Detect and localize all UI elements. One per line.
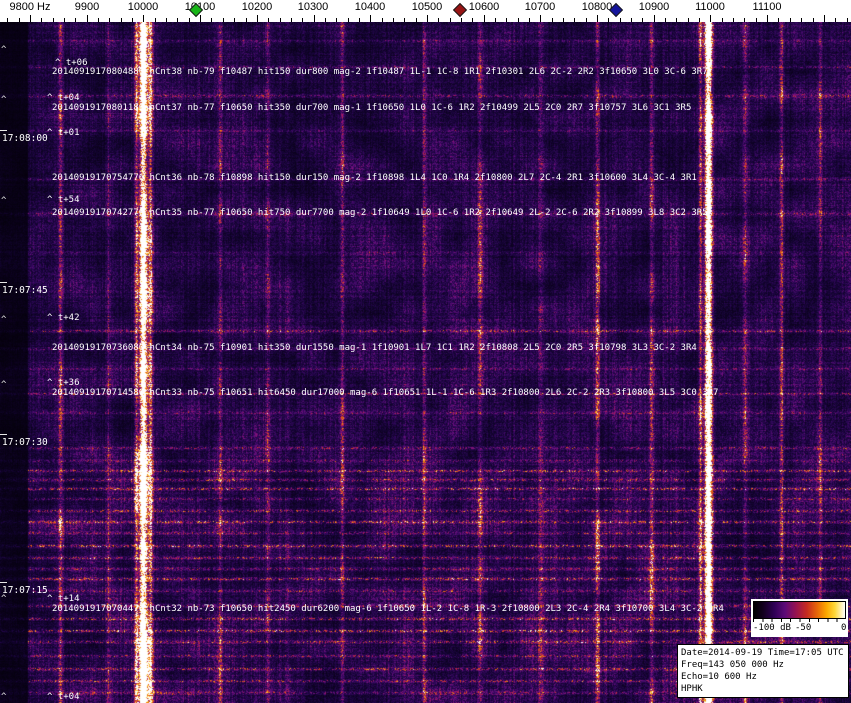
info-echo-line: Echo=10 600 Hz — [681, 672, 757, 682]
frequency-label: 10800 — [581, 1, 613, 13]
frequency-label: 10000 — [127, 1, 159, 13]
info-freq-line: Freq=143 050 000 Hz — [681, 660, 784, 670]
frequency-label: 10200 — [241, 1, 273, 13]
major-tick — [653, 15, 655, 22]
frequency-label: 9900 — [74, 1, 100, 13]
marker-diamond-red[interactable] — [452, 2, 468, 18]
info-callsign-line: HPHK — [681, 684, 703, 694]
frequency-label: 10700 — [524, 1, 556, 13]
info-date-line: Date=2014-09-19 Time=17:05 UTC — [681, 648, 844, 658]
frequency-label: 10900 — [638, 1, 670, 13]
major-tick — [710, 15, 712, 22]
major-tick — [767, 15, 769, 22]
frequency-ruler: 9800 Hz990010000101001020010300104001050… — [0, 0, 851, 22]
major-tick — [86, 15, 88, 22]
major-tick — [143, 15, 145, 22]
major-tick — [30, 15, 31, 22]
colorbar-mid-label: -50 — [795, 623, 812, 633]
amplitude-colorbar: -100 dB -50 0 — [751, 599, 848, 637]
major-tick — [313, 15, 315, 22]
frequency-label: 10600 — [468, 1, 500, 13]
spectrogram-canvas[interactable] — [0, 22, 851, 703]
major-tick — [483, 15, 485, 22]
frequency-label: 11100 — [752, 1, 782, 13]
major-tick — [540, 15, 542, 22]
major-tick — [426, 15, 428, 22]
frequency-label: 10400 — [354, 1, 386, 13]
frequency-label: 11000 — [695, 1, 725, 13]
spectrogram-app: 9800 Hz990010000101001020010300104001050… — [0, 0, 851, 703]
colorbar-max-label: 0 — [841, 623, 847, 633]
colorbar-min-label: -100 dB — [753, 623, 791, 633]
frequency-label: 10300 — [297, 1, 329, 13]
major-tick — [370, 15, 372, 22]
major-tick — [823, 15, 825, 22]
major-tick — [597, 15, 598, 22]
colorbar-gradient — [753, 601, 846, 619]
frequency-label: 10500 — [411, 1, 443, 13]
frequency-label: 9800 Hz — [9, 1, 51, 13]
major-tick — [200, 15, 202, 22]
major-tick — [256, 15, 258, 22]
colorbar-ticks — [753, 619, 846, 622]
info-panel: Date=2014-09-19 Time=17:05 UTC Freq=143 … — [677, 644, 849, 698]
